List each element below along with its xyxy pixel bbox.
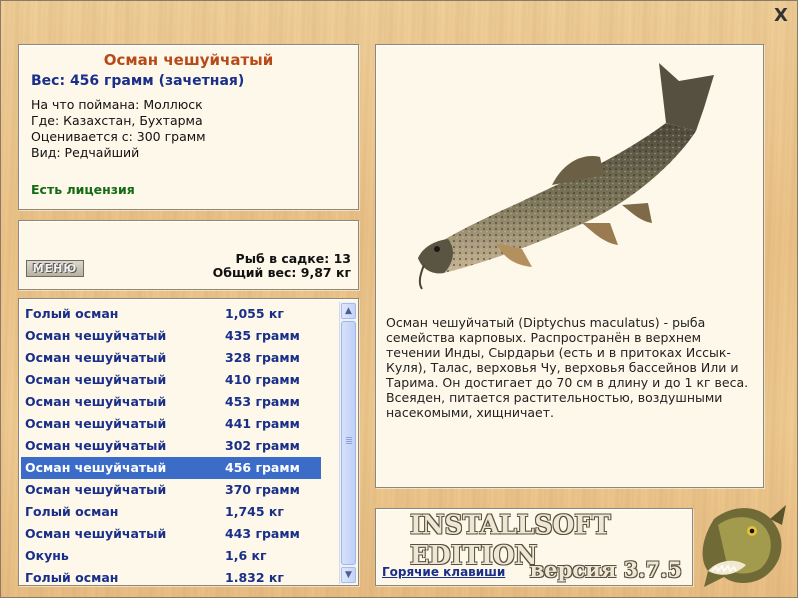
catch-fish-name: Голый осман	[25, 306, 119, 321]
location-label: Где: Казахстан, Бухтарма	[31, 113, 203, 128]
catch-fish-weight: 1,745 кг	[225, 504, 284, 519]
list-item[interactable]: Осман чешуйчатый 435 грамм	[19, 325, 341, 347]
list-item[interactable]: Голый осман 1.832 кг	[19, 567, 341, 585]
list-item[interactable]: Окунь 1,6 кг	[19, 545, 341, 567]
catch-fish-name: Осман чешуйчатый	[25, 438, 167, 453]
list-item[interactable]: Голый осман 1,055 кг	[19, 303, 341, 325]
scroll-thumb[interactable]	[341, 321, 356, 565]
list-item[interactable]: Осман чешуйчатый 370 грамм	[19, 479, 341, 501]
catch-fish-name: Осман чешуйчатый	[25, 482, 167, 497]
close-icon[interactable]: X	[773, 7, 789, 25]
fish-image	[418, 63, 714, 290]
rarity-label: Вид: Редчайший	[31, 145, 140, 160]
cage-panel: МЕНЮ Рыб в садке: 13 Общий вес: 9,87 кг	[18, 220, 359, 290]
catch-fish-weight: 453 грамм	[225, 394, 300, 409]
catch-fish-weight: 370 грамм	[225, 482, 300, 497]
catch-fish-weight: 302 грамм	[225, 438, 300, 453]
catch-fish-name: Осман чешуйчатый	[25, 394, 167, 409]
fish-description-panel: Осман чешуйчатый (Diptychus maculatus) -…	[375, 44, 764, 488]
catch-fish-weight: 328 грамм	[225, 350, 300, 365]
fish-title: Осман чешуйчатый	[103, 51, 274, 69]
list-item[interactable]: Осман чешуйчатый 453 грамм	[19, 391, 341, 413]
license-status: Есть лицензия	[31, 182, 135, 197]
menu-button[interactable]: МЕНЮ	[26, 260, 84, 277]
catch-fish-name: Голый осман	[25, 504, 119, 519]
catch-fish-weight: 1,6 кг	[225, 548, 267, 563]
total-weight: Общий вес: 9,87 кг	[212, 265, 351, 280]
bait-label: На что поймана: Моллюск	[31, 97, 203, 112]
pike-icon	[702, 505, 786, 587]
grip-icon	[346, 437, 352, 445]
catch-fish-name: Осман чешуйчатый	[25, 372, 167, 387]
catch-fish-name: Осман чешуйчатый	[25, 526, 167, 541]
brand-panel: INSTALLSOFT EDITION Горячие клавиши верс…	[375, 508, 693, 586]
catch-list-rows: Голый осман 1,055 кг Осман чешуйчатый 435 г…	[19, 303, 341, 585]
list-item[interactable]: Осман чешуйчатый 441 грамм	[19, 413, 341, 435]
catch-fish-weight: 1.832 кг	[225, 570, 284, 585]
catch-fish-name: Окунь	[25, 548, 69, 563]
list-item[interactable]: Осман чешуйчатый 302 грамм	[19, 435, 341, 457]
fish-description: Осман чешуйчатый (Diptychus maculatus) -…	[386, 315, 749, 420]
version-label: версия 3.7.5	[529, 557, 682, 582]
fish-details: На что поймана: Моллюск Где: Казахстан, …	[31, 97, 346, 161]
catch-fish-name: Осман чешуйчатый	[25, 350, 167, 365]
cage-stats: Рыб в садке: 13 Общий вес: 9,87 кг	[213, 252, 351, 280]
fish-weight: Вес: 456 грамм (зачетная)	[31, 73, 245, 89]
hotkeys-link[interactable]: Горячие клавиши	[382, 565, 505, 579]
list-scrollbar[interactable]: ▲ ▼	[339, 302, 356, 584]
fish-info-panel: Осман чешуйчатый Вес: 456 грамм (зачетна…	[18, 44, 359, 210]
catch-fish-name: Осман чешуйчатый	[25, 416, 167, 431]
scroll-down-icon[interactable]: ▼	[341, 567, 356, 583]
catch-fish-weight: 1,055 кг	[225, 306, 284, 321]
fish-count: Рыб в садке: 13	[235, 251, 351, 266]
list-item[interactable]: Осман чешуйчатый 443 грамм	[19, 523, 341, 545]
catch-fish-weight: 410 грамм	[225, 372, 300, 387]
list-item[interactable]: Осман чешуйчатый 328 грамм	[19, 347, 341, 369]
rating-label: Оценивается с: 300 грамм	[31, 129, 206, 144]
scroll-up-icon[interactable]: ▲	[341, 303, 356, 319]
catch-fish-weight: 435 грамм	[225, 328, 300, 343]
catch-list[interactable]: Голый осман 1,055 кг Осман чешуйчатый 435 г…	[18, 298, 359, 586]
catch-fish-weight: 441 грамм	[225, 416, 300, 431]
catch-fish-weight: 456 грамм	[225, 460, 300, 475]
catch-fish-name: Осман чешуйчатый	[25, 460, 167, 475]
list-item[interactable]: Осман чешуйчатый 456 грамм	[21, 457, 321, 479]
list-item[interactable]: Осман чешуйчатый 410 грамм	[19, 369, 341, 391]
catch-fish-name: Осман чешуйчатый	[25, 328, 167, 343]
catch-fish-weight: 443 грамм	[225, 526, 300, 541]
list-item[interactable]: Голый осман 1,745 кг	[19, 501, 341, 523]
catch-fish-name: Голый осман	[25, 570, 119, 585]
